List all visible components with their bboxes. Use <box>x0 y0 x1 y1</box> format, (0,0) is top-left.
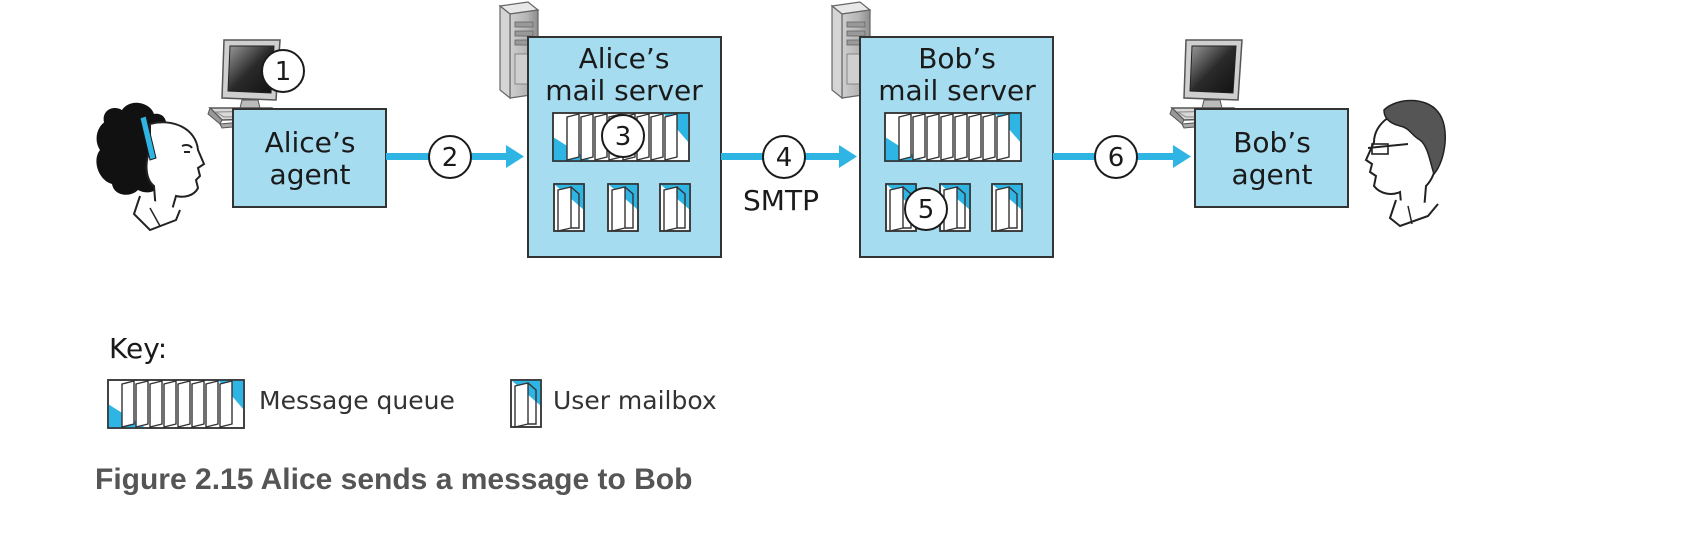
step-1: 1 <box>261 49 305 93</box>
step-6-number: 6 <box>1108 143 1125 173</box>
email-flow-diagram: Alice’s agent 1 2 Alice’s mail server 3 … <box>95 1 1446 496</box>
alice-agent-label-line1: Alice’s <box>265 126 356 159</box>
bob-agent-label-line1: Bob’s <box>1233 126 1311 159</box>
step-4-number: 4 <box>776 143 793 173</box>
bob-mailbox-3 <box>991 183 1023 232</box>
legend-user-mailbox-label: User mailbox <box>553 386 717 415</box>
legend-message-queue-label: Message queue <box>259 386 455 415</box>
bob-mail-server-box: Bob’s mail server <box>859 36 1054 258</box>
step-6: 6 <box>1094 135 1138 179</box>
legend-title: Key: <box>109 332 167 365</box>
figure-caption: Figure 2.15 Alice sends a message to Bob <box>95 463 692 496</box>
step-5: 5 <box>904 187 948 231</box>
message-queue-icon <box>107 379 245 429</box>
step-3: 3 <box>601 114 645 158</box>
bob-agent-box: Bob’s agent <box>1194 108 1349 208</box>
alice-server-label-line1: Alice’s <box>579 42 670 75</box>
step-2: 2 <box>428 135 472 179</box>
alice-server-label-line2: mail server <box>545 74 703 107</box>
user-mailbox-icon <box>510 379 542 428</box>
alice-agent-label-line2: agent <box>270 158 351 191</box>
step-5-number: 5 <box>918 195 935 225</box>
bob-agent-label-line2: agent <box>1232 158 1313 191</box>
alice-mailbox-3 <box>659 183 691 232</box>
bob-server-label-line2: mail server <box>878 74 1036 107</box>
bob-message-queue <box>884 112 1022 162</box>
step-3-number: 3 <box>615 122 632 152</box>
alice-mailbox-2 <box>607 183 639 232</box>
smtp-label: SMTP <box>743 184 819 217</box>
bob-server-label-line1: Bob’s <box>918 42 996 75</box>
alice-person-icon <box>96 102 206 232</box>
bob-person-icon <box>1364 99 1446 228</box>
step-4: 4 <box>762 135 806 179</box>
legend: Key: Message queue User mailbox <box>107 332 717 429</box>
step-2-number: 2 <box>442 143 459 173</box>
alice-agent-box: Alice’s agent <box>232 108 387 208</box>
alice-mailbox-1 <box>553 183 585 232</box>
step-1-number: 1 <box>275 57 292 87</box>
